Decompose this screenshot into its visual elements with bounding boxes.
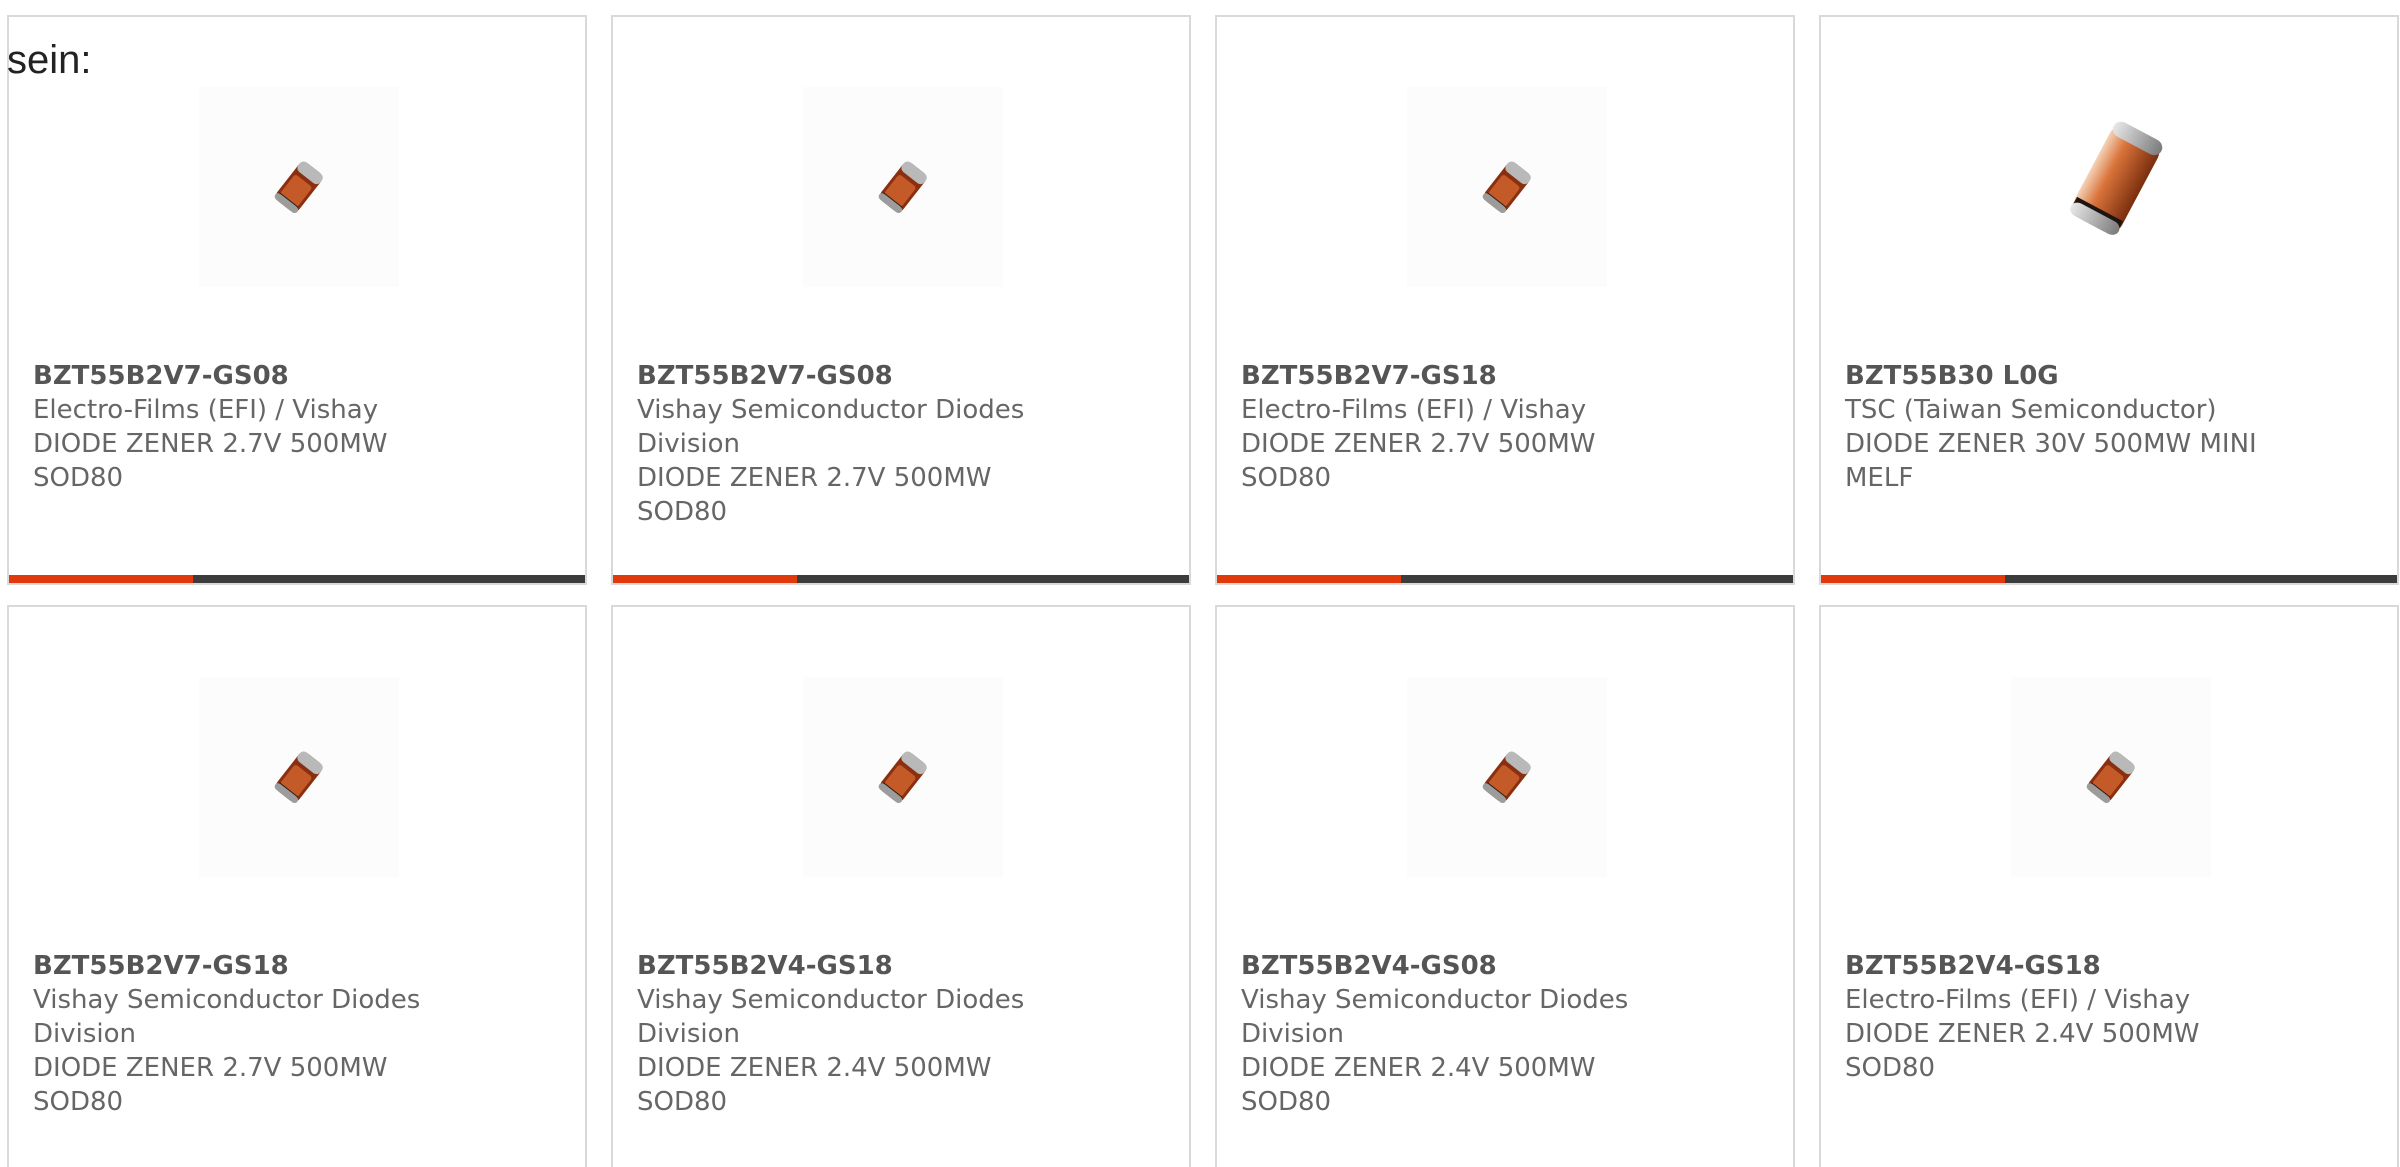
description: DIODE ZENER 30V 500MW MINI MELF bbox=[1845, 429, 2257, 493]
manufacturer: TSC (Taiwan Semiconductor) bbox=[1845, 395, 2217, 425]
progress-bar bbox=[9, 575, 585, 583]
diode-image bbox=[199, 677, 399, 877]
product-info: BZT55B2V7-GS18 Electro-Films (EFI) / Vis… bbox=[1241, 359, 1661, 495]
progress-fill bbox=[9, 575, 194, 583]
description: DIODE ZENER 2.7V 500MW SOD80 bbox=[637, 463, 992, 527]
product-card[interactable]: BZT55B30 L0G TSC (Taiwan Semiconductor) … bbox=[1819, 15, 2399, 585]
part-number-link[interactable]: BZT55B30 L0G bbox=[1845, 359, 2265, 393]
product-info: BZT55B2V4-GS18 Electro-Films (EFI) / Vis… bbox=[1845, 949, 2265, 1085]
diode-image bbox=[1407, 87, 1607, 287]
progress-fill bbox=[1821, 575, 2006, 583]
progress-fill bbox=[1217, 575, 1402, 583]
description: DIODE ZENER 2.7V 500MW SOD80 bbox=[33, 429, 388, 493]
manufacturer: Electro-Films (EFI) / Vishay bbox=[33, 395, 379, 425]
manufacturer: Vishay Semiconductor Diodes Division bbox=[33, 985, 421, 1049]
part-number-link[interactable]: BZT55B2V7-GS08 bbox=[637, 359, 1057, 393]
part-number-link[interactable]: BZT55B2V4-GS18 bbox=[1845, 949, 2265, 983]
product-card[interactable]: BZT55B2V7-GS08 Electro-Films (EFI) / Vis… bbox=[7, 15, 587, 585]
product-info: BZT55B2V7-GS08 Vishay Semiconductor Diod… bbox=[637, 359, 1057, 529]
product-card[interactable]: BZT55B2V7-GS18 Vishay Semiconductor Diod… bbox=[7, 605, 587, 1167]
description: DIODE ZENER 2.7V 500MW SOD80 bbox=[33, 1053, 388, 1117]
product-grid: BZT55B2V7-GS08 Electro-Films (EFI) / Vis… bbox=[0, 0, 2400, 1167]
manufacturer: Vishay Semiconductor Diodes Division bbox=[637, 985, 1025, 1049]
part-number-link[interactable]: BZT55B2V4-GS18 bbox=[637, 949, 1057, 983]
product-info: BZT55B2V7-GS18 Vishay Semiconductor Diod… bbox=[33, 949, 453, 1119]
description: DIODE ZENER 2.4V 500MW SOD80 bbox=[1845, 1019, 2200, 1083]
product-card[interactable]: BZT55B2V7-GS08 Vishay Semiconductor Diod… bbox=[611, 15, 1191, 585]
description: DIODE ZENER 2.4V 500MW SOD80 bbox=[1241, 1053, 1596, 1117]
product-card[interactable]: BZT55B2V4-GS18 Vishay Semiconductor Diod… bbox=[611, 605, 1191, 1167]
product-card[interactable]: BZT55B2V4-GS18 Electro-Films (EFI) / Vis… bbox=[1819, 605, 2399, 1167]
product-info: BZT55B2V4-GS18 Vishay Semiconductor Diod… bbox=[637, 949, 1057, 1119]
diode-image bbox=[803, 677, 1003, 877]
part-number-link[interactable]: BZT55B2V7-GS08 bbox=[33, 359, 453, 393]
part-number-link[interactable]: BZT55B2V7-GS18 bbox=[33, 949, 453, 983]
manufacturer: Electro-Films (EFI) / Vishay bbox=[1845, 985, 2191, 1015]
manufacturer: Vishay Semiconductor Diodes Division bbox=[637, 395, 1025, 459]
description: DIODE ZENER 2.4V 500MW SOD80 bbox=[637, 1053, 992, 1117]
diode-image bbox=[1407, 677, 1607, 877]
diode-image bbox=[2011, 87, 2211, 287]
part-number-link[interactable]: BZT55B2V7-GS18 bbox=[1241, 359, 1661, 393]
manufacturer: Vishay Semiconductor Diodes Division bbox=[1241, 985, 1629, 1049]
diode-image bbox=[199, 87, 399, 287]
progress-fill bbox=[613, 575, 798, 583]
product-info: BZT55B2V4-GS08 Vishay Semiconductor Diod… bbox=[1241, 949, 1661, 1119]
diode-image bbox=[2011, 677, 2211, 877]
product-card[interactable]: BZT55B2V4-GS08 Vishay Semiconductor Diod… bbox=[1215, 605, 1795, 1167]
diode-image bbox=[803, 87, 1003, 287]
description: DIODE ZENER 2.7V 500MW SOD80 bbox=[1241, 429, 1596, 493]
intro-text: sein: bbox=[7, 38, 92, 82]
product-card[interactable]: BZT55B2V7-GS18 Electro-Films (EFI) / Vis… bbox=[1215, 15, 1795, 585]
progress-bar bbox=[613, 575, 1189, 583]
progress-bar bbox=[1217, 575, 1793, 583]
product-info: BZT55B30 L0G TSC (Taiwan Semiconductor) … bbox=[1845, 359, 2265, 495]
progress-bar bbox=[1821, 575, 2397, 583]
part-number-link[interactable]: BZT55B2V4-GS08 bbox=[1241, 949, 1661, 983]
product-info: BZT55B2V7-GS08 Electro-Films (EFI) / Vis… bbox=[33, 359, 453, 495]
manufacturer: Electro-Films (EFI) / Vishay bbox=[1241, 395, 1587, 425]
